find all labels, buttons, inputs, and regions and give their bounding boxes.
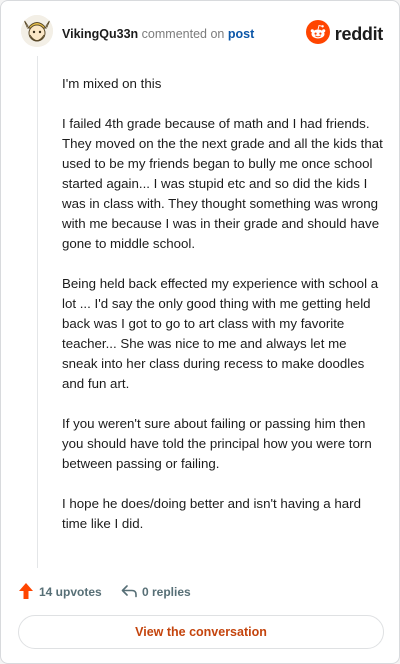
reddit-brand[interactable]: reddit	[305, 19, 384, 49]
comment-paragraph: Being held back effected my experience w…	[62, 276, 379, 391]
comment-paragraph: I failed 4th grade because of math and I…	[62, 116, 383, 251]
comment-header: VikingQu33n commented on post reddit	[17, 15, 383, 51]
reddit-logo-icon	[305, 19, 330, 49]
comment-body: I'm mixed on this I failed 4th grade bec…	[62, 74, 384, 554]
username-link[interactable]: VikingQu33n	[62, 27, 138, 41]
replies-button[interactable]: 0 replies	[121, 581, 191, 603]
action-text: commented on	[141, 27, 225, 41]
upvote-count: 14 upvotes	[39, 585, 102, 599]
reply-count: 0 replies	[142, 585, 191, 599]
reply-arrow-icon	[121, 584, 142, 601]
comment-card: VikingQu33n commented on post reddit I'm…	[0, 0, 400, 664]
reddit-wordmark: reddit	[334, 23, 384, 44]
upvote-arrow-icon	[18, 582, 39, 603]
post-link[interactable]: post	[228, 27, 254, 41]
comment-meta: VikingQu33n commented on post	[62, 27, 254, 41]
comment-paragraph: I'm mixed on this	[62, 76, 162, 91]
viking-avatar-icon[interactable]	[21, 15, 53, 47]
thread-line	[37, 56, 38, 568]
view-conversation-button[interactable]: View the conversation	[18, 615, 384, 649]
upvote-button[interactable]: 14 upvotes	[18, 581, 102, 603]
comment-paragraph: If you weren't sure about failing or pas…	[62, 416, 372, 471]
comment-paragraph: I hope he does/doing better and isn't ha…	[62, 496, 361, 531]
